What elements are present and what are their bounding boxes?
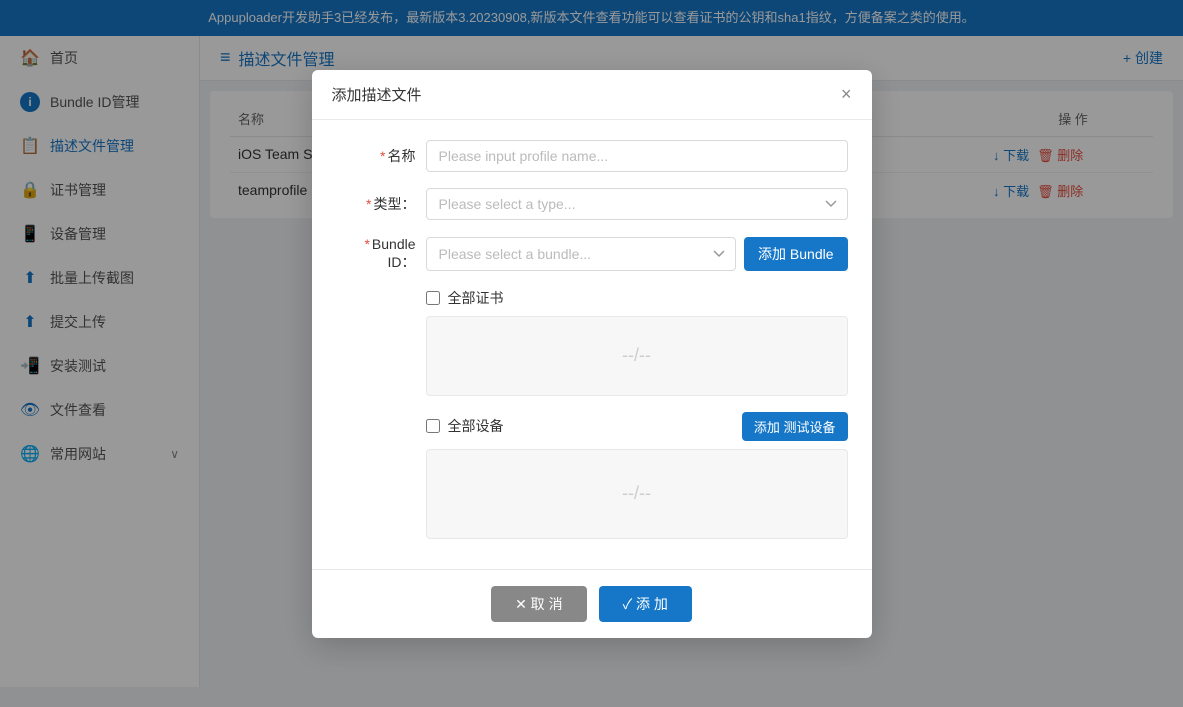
submit-button[interactable]: ✓ 添 加 [599,586,692,622]
device-all-checkbox[interactable] [426,419,440,433]
dialog-header: 添加描述文件 × [312,70,872,120]
add-device-button[interactable]: 添加 测试设备 [742,412,848,441]
cert-all-checkbox[interactable] [426,291,440,305]
add-bundle-button[interactable]: 添加 Bundle [744,237,847,271]
form-row-type: *类型： Please select a type... [336,188,848,220]
dialog-body: *名称 *类型： Please select a type... *Bundle… [312,120,872,569]
dialog-title: 添加描述文件 [332,84,422,105]
type-select[interactable]: Please select a type... [426,188,848,220]
device-header-left: 全部设备 [426,416,504,436]
form-row-name: *名称 [336,140,848,172]
name-label: *名称 [336,146,426,166]
bundle-row: Please select a bundle... 添加 Bundle [426,237,848,271]
name-input[interactable] [426,140,848,172]
dialog-footer: ✕ 取 消 ✓ 添 加 [312,569,872,638]
cert-header: 全部证书 [336,288,848,308]
close-icon[interactable]: × [841,85,852,103]
cancel-button[interactable]: ✕ 取 消 [491,586,587,622]
bundle-select[interactable]: Please select a bundle... [426,237,737,271]
device-header: 全部设备 添加 测试设备 [336,412,848,441]
type-label: *类型： [336,194,426,214]
overlay: 添加描述文件 × *名称 *类型： Please select a type..… [0,0,1183,707]
device-label: 全部设备 [448,416,504,436]
bundle-label: *Bundle ID： [336,236,426,272]
form-row-bundle: *Bundle ID： Please select a bundle... 添加… [336,236,848,272]
device-empty: --/-- [622,483,651,504]
device-section: 全部设备 添加 测试设备 --/-- [336,412,848,539]
required-star: * [380,148,385,164]
cert-label: 全部证书 [448,288,504,308]
device-area: --/-- [426,449,848,539]
cert-area: --/-- [426,316,848,396]
required-star-bundle: * [364,236,369,252]
cert-empty: --/-- [622,345,651,366]
dialog: 添加描述文件 × *名称 *类型： Please select a type..… [312,70,872,638]
cert-section: 全部证书 --/-- [336,288,848,396]
required-star-type: * [366,196,371,212]
